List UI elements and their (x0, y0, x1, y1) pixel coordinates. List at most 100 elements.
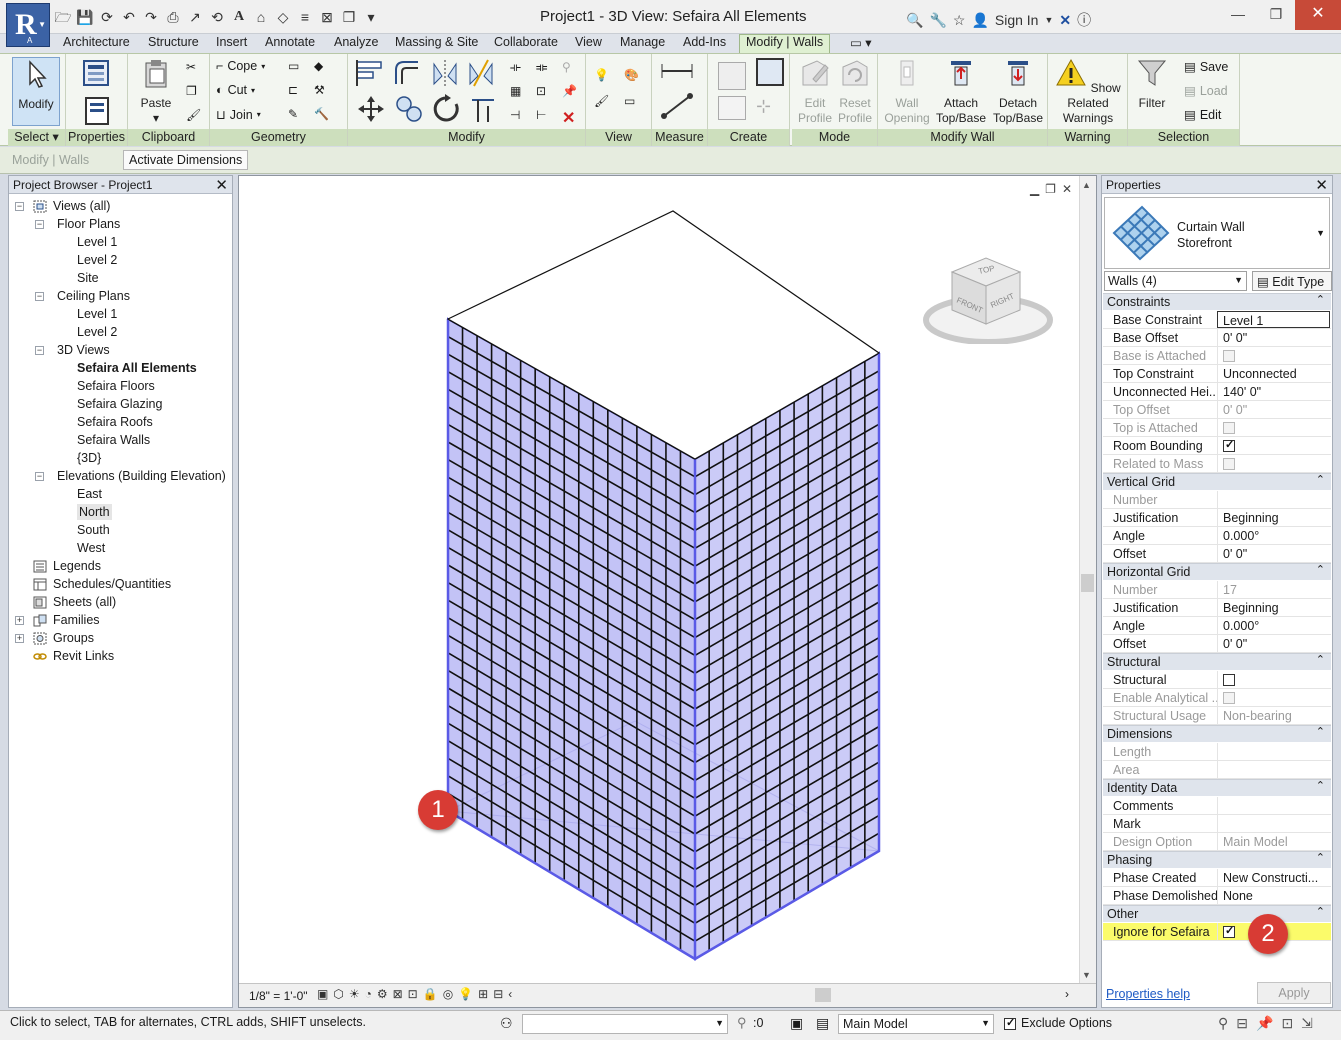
star-icon[interactable]: ☆ (953, 12, 966, 29)
create-parts-icon[interactable] (756, 58, 784, 86)
worksharing-icon[interactable]: ⊞ (478, 987, 488, 1001)
user-icon[interactable]: 👤 (971, 12, 988, 29)
property-checkbox-room-bounding[interactable] (1217, 437, 1330, 454)
split-icon[interactable]: ⟛ (510, 60, 528, 78)
section-dimensions[interactable]: Dimensions ⌃ (1103, 725, 1331, 742)
help-icon[interactable]: ⓘ (1077, 10, 1091, 30)
tree-item[interactable]: Views (all) (53, 198, 110, 214)
match-type-icon[interactable]: 🖌 (186, 108, 204, 126)
communication-icon[interactable]: 🔧 (929, 12, 946, 29)
visual-style-icon[interactable]: ⬡ (333, 987, 343, 1001)
hide-bulb-icon[interactable]: 💡 (594, 68, 612, 86)
collapse-icon[interactable]: − (35, 220, 44, 229)
wall-opening-button[interactable]: Wall Opening (882, 57, 932, 126)
select-dropdown[interactable]: Select ▾ (8, 129, 65, 146)
hide-element-icon[interactable]: ▭ (624, 94, 642, 112)
tab-insert[interactable]: Insert (216, 35, 247, 49)
print-icon[interactable]: ⎙ (164, 8, 182, 26)
drag-elements-icon[interactable]: ⇲ (1301, 1015, 1313, 1032)
collapse-icon[interactable]: − (35, 472, 44, 481)
checkbox[interactable] (1223, 438, 1235, 452)
override-graphics-icon[interactable]: 🎨 (624, 68, 642, 86)
load-selection-button[interactable]: ▤ Load (1184, 83, 1228, 99)
type-selector[interactable]: Curtain Wall Storefront ▼ (1104, 197, 1330, 269)
section-icon[interactable]: ◇ (274, 8, 292, 26)
3d-view-icon[interactable]: ⌂ (252, 8, 270, 26)
cope-button[interactable]: ⌐ Cope ▾ (216, 59, 265, 73)
tree-item[interactable]: Sefaira Roofs (77, 414, 153, 430)
scroll-down-icon[interactable]: ▼ (1082, 970, 1091, 980)
save-selection-button[interactable]: ▤ Save (1184, 59, 1228, 75)
tree-item[interactable]: Groups (53, 630, 94, 646)
section-constraints[interactable]: Constraints ⌃ (1103, 293, 1331, 310)
collapse-section-icon[interactable]: ⌃ (1316, 779, 1325, 792)
detach-top-base-button[interactable]: Detach Top/Base (990, 57, 1046, 126)
tree-item[interactable]: East (77, 486, 102, 502)
tree-item[interactable]: Level 2 (77, 252, 117, 268)
save-icon[interactable]: 💾 (76, 8, 94, 26)
tab-architecture[interactable]: Architecture (63, 35, 130, 49)
property-value-vg-offset[interactable]: 0' 0" (1217, 545, 1330, 562)
section-horizontal-grid[interactable]: Horizontal Grid ⌃ (1103, 563, 1331, 580)
similar-icon[interactable]: ⊹ (756, 96, 784, 120)
tree-item[interactable]: Level 2 (77, 324, 117, 340)
expand-icon[interactable]: + (15, 634, 24, 643)
filter-button[interactable]: Filter (1132, 57, 1172, 111)
maximize-button[interactable]: ❐ (1257, 0, 1295, 30)
tree-item[interactable]: North (77, 504, 112, 520)
close-hidden-icon[interactable]: ⊠ (318, 8, 336, 26)
attach-top-base-button[interactable]: Attach Top/Base (934, 57, 988, 126)
sun-path-icon[interactable]: ☀ (349, 987, 360, 1001)
select-links-icon[interactable]: ⚲ (1218, 1015, 1228, 1032)
scroll-up-icon[interactable]: ▲ (1082, 180, 1091, 190)
tree-item[interactable]: Legends (53, 558, 101, 574)
dimension-icon[interactable]: ⟲ (208, 8, 226, 26)
collapse-icon[interactable]: − (35, 346, 44, 355)
tab-massing-site[interactable]: Massing & Site (395, 35, 478, 49)
reset-profile-button[interactable]: Reset Profile (836, 57, 874, 126)
cut-geometry-button[interactable]: ◐ Cut ▾ (216, 83, 255, 97)
design-options-manager-icon[interactable]: ▤ (816, 1015, 829, 1032)
create-assembly-icon[interactable] (718, 62, 746, 90)
create-group-icon[interactable] (718, 96, 746, 120)
split-face-icon[interactable]: ▭ (288, 59, 306, 77)
pin-icon[interactable]: 📌 (562, 84, 580, 102)
exclude-options-checkbox[interactable] (1004, 1016, 1016, 1030)
section-structural[interactable]: Structural ⌃ (1103, 653, 1331, 670)
reveal-hidden-icon[interactable]: 💡 (458, 987, 473, 1001)
tree-item[interactable]: Site (77, 270, 99, 286)
property-value-mark[interactable] (1217, 815, 1330, 832)
tree-item[interactable]: Level 1 (77, 234, 117, 250)
property-value-hg-offset[interactable]: 0' 0" (1217, 635, 1330, 652)
close-icon[interactable]: ✕ (215, 176, 228, 194)
demolish-icon[interactable]: ⚒ (314, 83, 332, 101)
measure-icon[interactable]: ↗ (186, 8, 204, 26)
ribbon-minimize-toggle[interactable]: ▭ ▾ (850, 35, 872, 50)
cut-icon[interactable]: ✂ (186, 60, 204, 78)
section-phasing[interactable]: Phasing ⌃ (1103, 851, 1331, 868)
trim-extend-icon[interactable] (468, 94, 498, 124)
property-value-hg-angle[interactable]: 0.000° (1217, 617, 1330, 634)
property-value-top-constraint[interactable]: Unconnected (1217, 365, 1330, 382)
linework-brush-icon[interactable]: 🖌 (594, 94, 612, 112)
vertical-scrollbar[interactable]: ▲ ▼ (1079, 176, 1096, 984)
property-value-comments[interactable] (1217, 797, 1330, 814)
active-workset-dropdown[interactable]: ▼ (522, 1014, 728, 1034)
scroll-right-icon[interactable]: › (1065, 987, 1069, 1001)
lock-view-icon[interactable]: 🔒 (423, 987, 438, 1001)
qat-dropdown-icon[interactable]: ▾ (362, 8, 380, 26)
tree-item[interactable]: West (77, 540, 105, 556)
tree-item[interactable]: Sheets (all) (53, 594, 116, 610)
tree-item[interactable]: Revit Links (53, 648, 114, 664)
tree-item[interactable]: Level 1 (77, 306, 117, 322)
design-option-dropdown[interactable]: Main Model ▼ (838, 1014, 994, 1034)
search-icon[interactable]: 🔍 (906, 12, 923, 29)
aligned-dimension-icon[interactable] (660, 92, 694, 120)
tree-item[interactable]: Sefaira Walls (77, 432, 150, 448)
tree-item[interactable]: Ceiling Plans (57, 288, 130, 304)
hammer-icon[interactable]: 🔨 (314, 107, 332, 125)
thin-lines-icon[interactable]: ≡ (296, 8, 314, 26)
tab-add-ins[interactable]: Add-Ins (683, 35, 726, 49)
move-icon[interactable] (356, 94, 386, 124)
viewcube[interactable]: TOP FRONT RIGHT (922, 254, 1058, 344)
